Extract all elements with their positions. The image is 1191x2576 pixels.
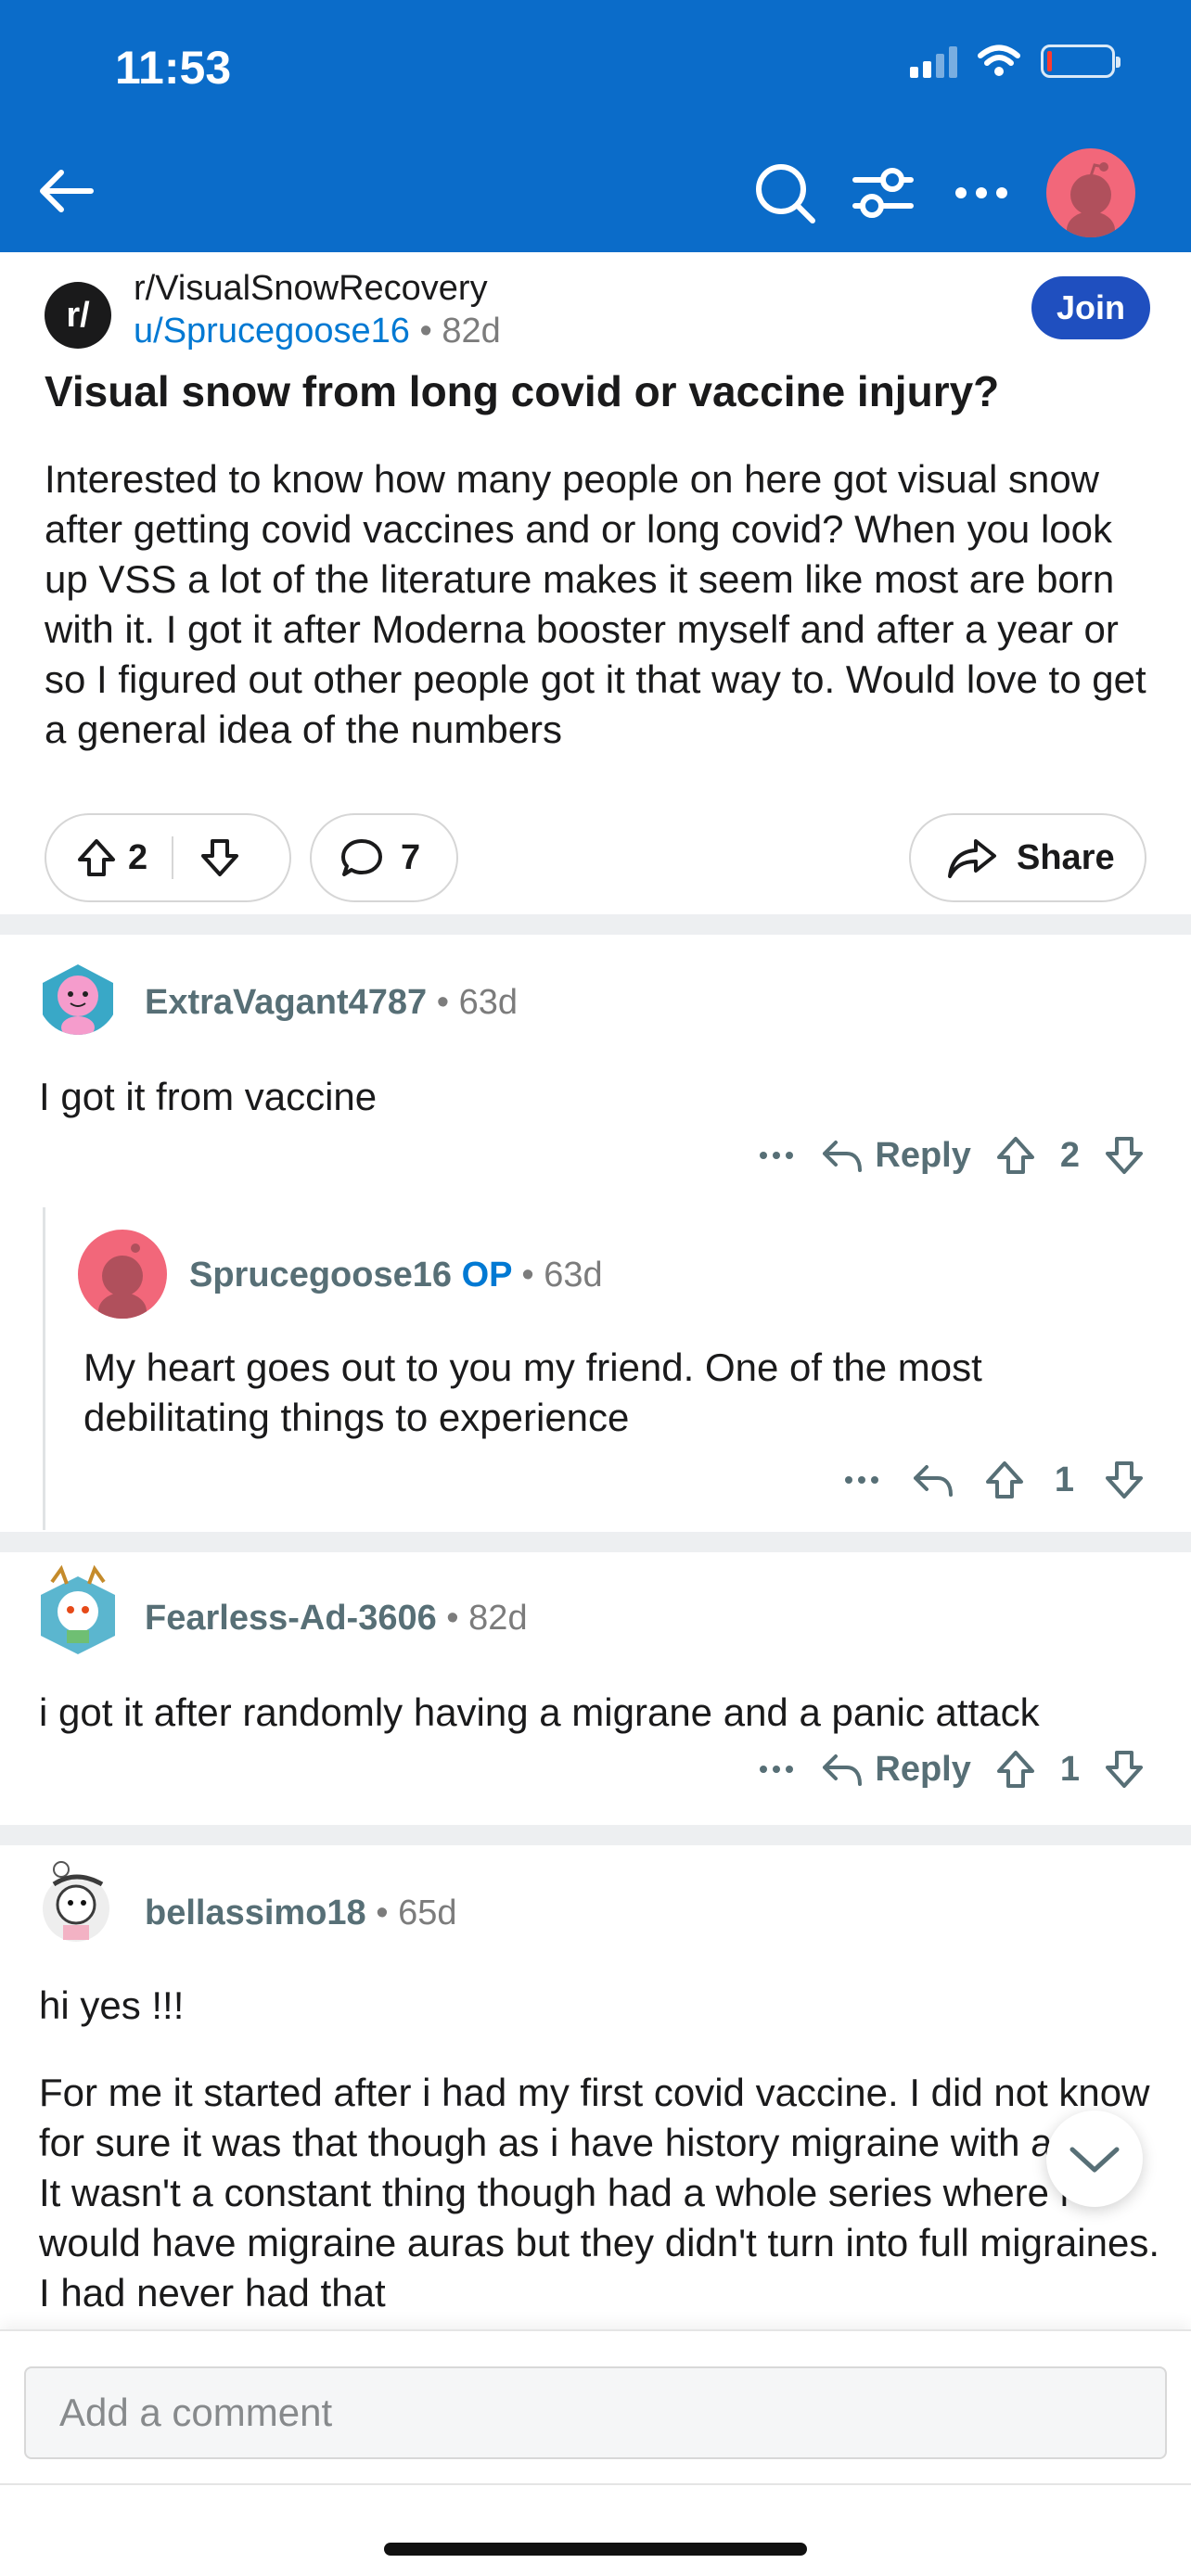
downvote-icon[interactable]: [1102, 1133, 1146, 1178]
comment-text: hi yes !!!: [39, 1983, 185, 2027]
comment-author[interactable]: ExtraVagant4787 • 63d: [145, 983, 518, 1023]
meta-dot: •: [521, 1256, 544, 1294]
comment-author[interactable]: Fearless-Ad-3606 • 82d: [145, 1599, 528, 1639]
snoo-avatar-icon: [1067, 162, 1115, 237]
bottom-bar: Add a comment: [0, 2329, 1191, 2576]
reply-arrow-icon: [823, 1754, 863, 1786]
downvote-icon[interactable]: [1102, 1458, 1146, 1502]
author-name[interactable]: ExtraVagant4787: [145, 983, 427, 1022]
op-badge: OP: [461, 1256, 512, 1294]
meta-dot: •: [436, 983, 459, 1022]
comment-author[interactable]: Sprucegoose16 OP • 63d: [189, 1256, 603, 1295]
section-separator: [0, 914, 1191, 935]
comment-age: 63d: [458, 983, 519, 1022]
subreddit-icon[interactable]: r/: [45, 282, 111, 349]
filter-icon[interactable]: [850, 159, 916, 226]
comment-actions: Reply 2: [756, 1133, 1146, 1178]
post-age: 82d: [442, 312, 501, 351]
author-name[interactable]: bellassimo18: [145, 1894, 366, 1932]
avatar[interactable]: [33, 1856, 122, 1949]
comment-age: 82d: [468, 1599, 528, 1638]
comment-actions: Reply 1: [756, 1747, 1146, 1792]
vote-count: 1: [1054, 1460, 1074, 1499]
back-arrow-icon[interactable]: [33, 158, 100, 224]
downvote-icon[interactable]: [1102, 1747, 1146, 1792]
meta-dot: •: [419, 312, 442, 351]
status-icons: [910, 45, 1121, 78]
snoo-avatar-icon: [41, 1564, 115, 1654]
avatar[interactable]: [33, 1563, 122, 1656]
comment-text: I got it from vaccine: [39, 1075, 378, 1118]
comments-button[interactable]: 7: [310, 813, 458, 902]
reply-label: Reply: [875, 1135, 971, 1175]
vote-count: 2: [1059, 1135, 1080, 1175]
comment-actions: 1: [841, 1458, 1146, 1502]
top-bar: 11:53: [0, 0, 1191, 252]
nav-actions: [751, 148, 1135, 237]
share-label: Share: [1017, 837, 1115, 877]
share-icon: [948, 839, 996, 878]
vote-count: 1: [1059, 1749, 1080, 1789]
reply-label: Reply: [875, 1749, 971, 1789]
post-header: r/ r/VisualSnowRecovery u/Sprucegoose16 …: [45, 261, 1150, 354]
subreddit-name[interactable]: r/VisualSnowRecovery: [134, 269, 488, 309]
comment-author[interactable]: bellassimo18 • 65d: [145, 1894, 457, 1933]
reply-arrow-icon: [823, 1141, 863, 1172]
status-time: 11:53: [115, 42, 232, 94]
snoo-avatar-icon: [43, 964, 113, 1035]
more-icon[interactable]: [841, 1460, 882, 1500]
vote-divider: [172, 836, 174, 879]
cellular-signal-icon: [910, 45, 957, 78]
comment-bubble-icon: [341, 839, 382, 876]
post-upvote-count: 2: [128, 837, 148, 877]
reply-arrow-icon[interactable]: [910, 1460, 954, 1500]
meta-dot: •: [376, 1894, 399, 1932]
author-name[interactable]: Fearless-Ad-3606: [145, 1599, 437, 1638]
wifi-icon: [978, 45, 1020, 76]
comment-text: My heart goes out to you my friend. One …: [83, 1345, 982, 1439]
upvote-icon[interactable]: [74, 835, 119, 880]
post-vote-pill: 2: [45, 813, 291, 902]
downvote-icon[interactable]: [198, 835, 242, 880]
section-separator: [0, 1532, 1191, 1552]
avatar[interactable]: [78, 1230, 167, 1319]
profile-avatar[interactable]: [1046, 148, 1135, 237]
avatar[interactable]: [37, 953, 119, 1035]
divider: [0, 2483, 1191, 2485]
upvote-icon[interactable]: [993, 1747, 1038, 1792]
section-separator: [0, 1825, 1191, 1845]
scroll-down-button[interactable]: [1046, 2111, 1143, 2207]
author-name[interactable]: Sprucegoose16: [189, 1256, 452, 1294]
post-meta: u/Sprucegoose16 • 82d: [134, 312, 501, 351]
upvote-icon[interactable]: [993, 1133, 1038, 1178]
home-indicator[interactable]: [384, 2543, 807, 2556]
share-button[interactable]: Share: [909, 813, 1146, 902]
post-body: Interested to know how many people on he…: [45, 457, 1146, 751]
more-icon[interactable]: [756, 1749, 797, 1790]
search-icon[interactable]: [751, 159, 818, 226]
more-icon[interactable]: [948, 159, 1015, 226]
comment-age: 63d: [544, 1256, 603, 1294]
snoo-avatar-icon: [98, 1243, 147, 1319]
chevron-down-icon: [1069, 2147, 1120, 2173]
comment-count: 7: [401, 837, 421, 877]
comment-age: 65d: [398, 1894, 457, 1932]
add-comment-input[interactable]: Add a comment: [24, 2366, 1167, 2459]
more-icon[interactable]: [756, 1135, 797, 1176]
upvote-icon[interactable]: [982, 1458, 1027, 1502]
post-author[interactable]: u/Sprucegoose16: [134, 312, 410, 351]
comment-text: For me it started after i had my first c…: [39, 2071, 1160, 2315]
join-button[interactable]: Join: [1031, 276, 1150, 339]
reply-button[interactable]: Reply: [819, 1749, 971, 1790]
meta-dot: •: [446, 1599, 469, 1638]
reply-button[interactable]: Reply: [819, 1135, 971, 1176]
snoo-avatar-icon: [43, 1861, 109, 1942]
thread-line[interactable]: [43, 1207, 45, 1530]
comment-text: i got it after randomly having a migrane…: [39, 1690, 1040, 1734]
battery-icon: [1041, 45, 1121, 78]
post-title: Visual snow from long covid or vaccine i…: [45, 367, 1000, 415]
